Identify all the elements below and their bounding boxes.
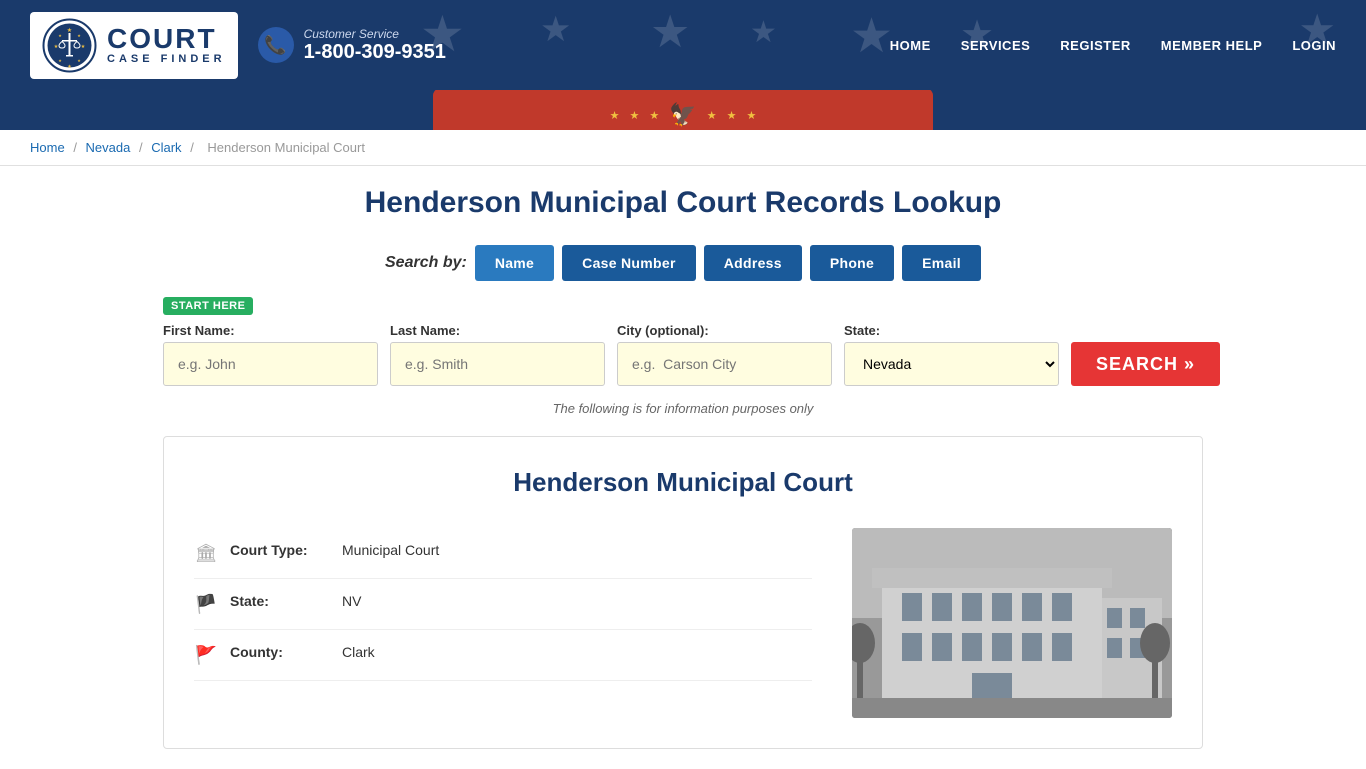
breadcrumb-clark[interactable]: Clark [151,140,181,155]
county-icon: 🚩 [194,645,218,666]
nav-services[interactable]: SERVICES [961,38,1031,53]
svg-text:★: ★ [67,64,72,70]
first-name-input[interactable] [163,342,378,386]
last-name-field: Last Name: [390,323,605,386]
nav-login[interactable]: LOGIN [1292,38,1336,53]
eagle-banner: ★ ★ ★ 🦅 ★ ★ ★ [610,102,757,128]
tab-phone[interactable]: Phone [810,245,894,281]
logo[interactable]: ★ ★ ★ ★ ★ ★ ★ ★ COURT CASE FINDER [30,12,238,79]
nav-register[interactable]: REGISTER [1060,38,1130,53]
county-value: Clark [342,644,375,660]
site-header: ★ ★ ★ ★ ★ ★ ★ ★ [0,0,1366,90]
start-here-badge: START HERE [163,297,253,315]
state-value: NV [342,593,361,609]
court-panel: Henderson Municipal Court 🏛 Court Type: … [163,436,1203,749]
svg-text:★: ★ [77,33,81,38]
star-left-3: ★ [649,109,659,122]
state-field: State: Nevada Alaska Arizona California … [844,323,1059,386]
cs-info: Customer Service 1-800-309-9351 [304,27,446,64]
search-by-label: Search by: [385,254,467,272]
last-name-input[interactable] [390,342,605,386]
tab-name[interactable]: Name [475,245,554,281]
svg-text:★: ★ [81,44,86,50]
logo-court-label: COURT [107,25,217,53]
cs-phone: 1-800-309-9351 [304,41,446,64]
star-right-2: ★ [727,109,737,122]
banner-arch: ★ ★ ★ 🦅 ★ ★ ★ [0,90,1366,130]
nav-member-help[interactable]: MEMBER HELP [1161,38,1263,53]
tab-email[interactable]: Email [902,245,981,281]
court-details: 🏛 Court Type: Municipal Court 🏴 State: N… [194,528,812,718]
form-row: First Name: Last Name: City (optional): … [163,323,1203,386]
phone-icon: 📞 [258,27,294,63]
star-left-2: ★ [630,109,640,122]
court-type-row: 🏛 Court Type: Municipal Court [194,528,812,579]
eagle-icon: 🦅 [669,102,696,128]
county-label: County: [230,644,330,660]
logo-case-finder-label: CASE FINDER [107,53,226,65]
logo-emblem: ★ ★ ★ ★ ★ ★ ★ ★ [42,18,97,73]
svg-text:★: ★ [54,44,59,50]
breadcrumb-nevada[interactable]: Nevada [86,140,131,155]
star-left-1: ★ [610,109,620,122]
first-name-label: First Name: [163,323,378,338]
first-name-field: First Name: [163,323,378,386]
court-info-layout: 🏛 Court Type: Municipal Court 🏴 State: N… [194,528,1172,718]
state-label: State: [844,323,1059,338]
search-by-row: Search by: Name Case Number Address Phon… [163,245,1203,281]
svg-text:★: ★ [77,58,81,63]
star-right-3: ★ [746,109,756,122]
city-field: City (optional): [617,323,832,386]
breadcrumb: Home / Nevada / Clark / Henderson Munici… [0,130,1366,166]
disclaimer: The following is for information purpose… [163,401,1203,416]
court-panel-title: Henderson Municipal Court [194,467,1172,498]
tab-case-number[interactable]: Case Number [562,245,696,281]
breadcrumb-current: Henderson Municipal Court [207,140,365,155]
city-input[interactable] [617,342,832,386]
court-type-icon: 🏛 [194,543,218,564]
state-select[interactable]: Nevada Alaska Arizona California Colorad… [844,342,1059,386]
court-type-label: Court Type: [230,542,330,558]
svg-text:★: ★ [58,33,62,38]
breadcrumb-sep-3: / [190,140,197,155]
logo-text: COURT CASE FINDER [107,25,226,65]
state-label-detail: State: [230,593,330,609]
page-title: Henderson Municipal Court Records Lookup [163,186,1203,220]
nav-home[interactable]: HOME [890,38,931,53]
cs-label: Customer Service [304,27,446,41]
state-row: 🏴 State: NV [194,579,812,630]
city-label: City (optional): [617,323,832,338]
breadcrumb-home[interactable]: Home [30,140,65,155]
court-type-value: Municipal Court [342,542,439,558]
tab-address[interactable]: Address [704,245,802,281]
state-icon: 🏴 [194,594,218,615]
breadcrumb-sep-2: / [139,140,146,155]
customer-service: 📞 Customer Service 1-800-309-9351 [258,27,446,64]
last-name-label: Last Name: [390,323,605,338]
search-form: START HERE First Name: Last Name: City (… [163,296,1203,386]
star-right-1: ★ [707,109,717,122]
main-nav: HOME SERVICES REGISTER MEMBER HELP LOGIN [890,38,1336,53]
svg-text:★: ★ [67,27,72,34]
svg-text:★: ★ [58,58,62,63]
building-svg [852,528,1172,718]
search-button[interactable]: SEARCH » [1071,342,1220,386]
header-left: ★ ★ ★ ★ ★ ★ ★ ★ COURT CASE FINDER 📞 Cust… [30,12,446,79]
main-content: Henderson Municipal Court Records Lookup… [133,166,1233,769]
county-row: 🚩 County: Clark [194,630,812,681]
breadcrumb-sep-1: / [73,140,80,155]
court-building-image [852,528,1172,718]
